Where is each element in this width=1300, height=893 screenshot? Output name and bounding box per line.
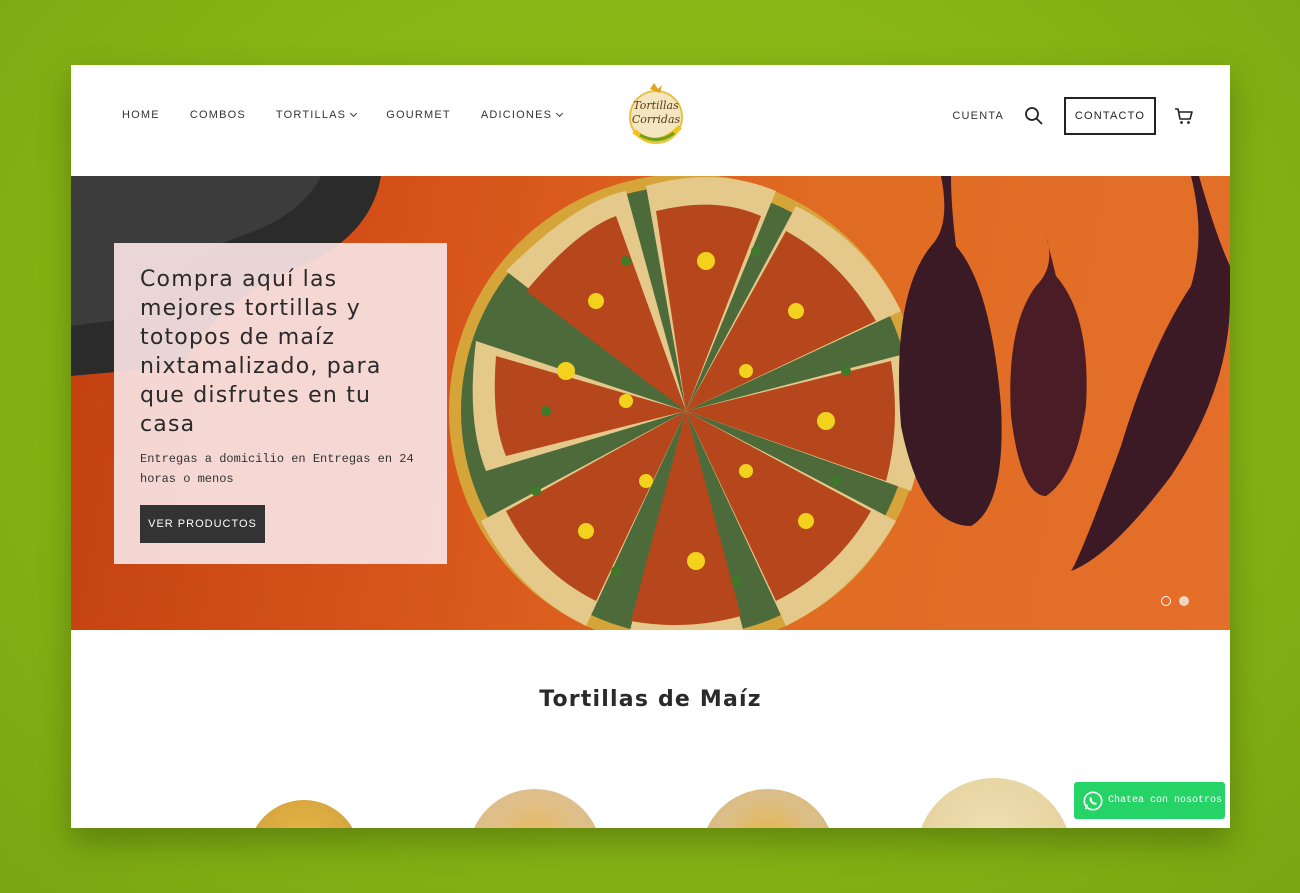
contact-button[interactable]: CONTACTO (1064, 97, 1156, 135)
header-actions: CUENTA CONTACTO (952, 97, 1194, 135)
nav-tortillas-label: TORTILLAS (275, 109, 347, 121)
view-products-button[interactable]: VER PRODUCTOS (140, 505, 265, 543)
view-products-label: VER PRODUCTOS (148, 518, 257, 530)
nav-tortillas[interactable]: TORTILLAS (275, 108, 358, 122)
hero-title: Compra aquí las mejores tortillas y toto… (140, 267, 382, 437)
site-header: HOME COMBOS TORTILLAS GOURMET ADICIONES … (71, 65, 1230, 176)
product-image[interactable] (701, 789, 835, 828)
chevron-down-icon (556, 109, 564, 118)
whatsapp-chat-button[interactable]: Chatea con nosotros (1074, 782, 1225, 819)
browser-window: HOME COMBOS TORTILLAS GOURMET ADICIONES … (71, 65, 1230, 828)
nav-home[interactable]: HOME (122, 108, 160, 122)
slide-dot-2[interactable] (1179, 596, 1189, 606)
nav-home-label: HOME (122, 109, 160, 121)
hero-subtitle: Entregas a domicilio en Entregas en 24 h… (140, 452, 414, 486)
logo[interactable]: Tortillas Corridas (624, 81, 688, 149)
nav-gourmet[interactable]: GOURMET (386, 108, 451, 122)
product-image[interactable] (468, 789, 602, 828)
nav-gourmet-label: GOURMET (386, 109, 451, 121)
product-image[interactable] (248, 800, 360, 828)
hero-banner: Compra aquí las mejores tortillas y toto… (71, 176, 1230, 630)
slide-dot-1[interactable] (1161, 596, 1171, 606)
nav-adiciones-label: ADICIONES (480, 109, 553, 121)
section-title: Tortillas de Maíz (539, 687, 762, 712)
logo-line1: Tortillas (633, 99, 679, 112)
logo-line2: Corridas (632, 113, 681, 126)
nav-combos[interactable]: COMBOS (190, 108, 246, 122)
main-nav: HOME COMBOS TORTILLAS GOURMET ADICIONES (122, 108, 592, 122)
contact-button-label: CONTACTO (1074, 110, 1146, 122)
search-icon[interactable] (1024, 106, 1044, 126)
whatsapp-icon (1083, 790, 1103, 811)
cart-icon[interactable] (1174, 106, 1194, 126)
account-link[interactable]: CUENTA (952, 110, 1004, 122)
whatsapp-label: Chatea con nosotros (1108, 795, 1223, 806)
hero-card: Compra aquí las mejores tortillas y toto… (114, 243, 447, 564)
nav-combos-label: COMBOS (189, 109, 246, 121)
chili-peppers (899, 176, 1230, 571)
product-image[interactable] (916, 778, 1072, 828)
chevron-down-icon (350, 109, 358, 118)
nav-adiciones[interactable]: ADICIONES (480, 108, 564, 122)
